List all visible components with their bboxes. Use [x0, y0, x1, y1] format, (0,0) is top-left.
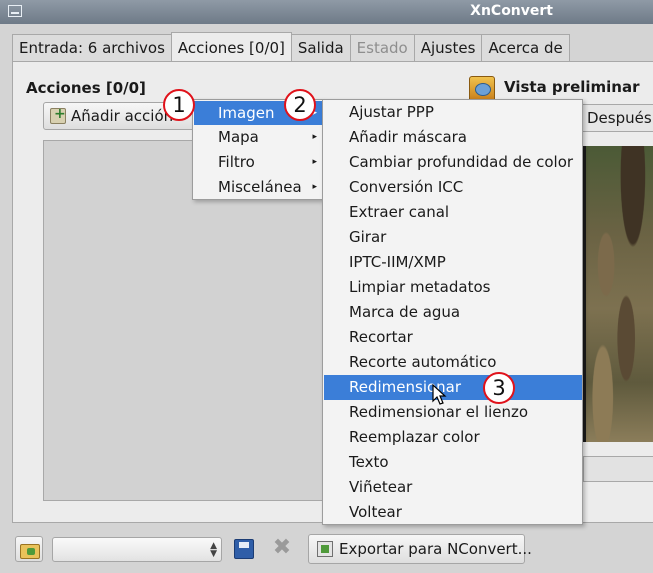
preview-toolbar: [583, 456, 653, 482]
submenu-item[interactable]: Conversión ICC: [324, 175, 582, 200]
spin-arrows-icon: ▲ ▼: [210, 541, 217, 559]
add-action-label: Añadir acción: [71, 107, 174, 125]
add-action-icon: [50, 106, 66, 124]
tab-bar: Entrada: 6 archivos Acciones [0/0] Salid…: [12, 32, 570, 62]
submenu-item[interactable]: Limpiar metadatos: [324, 275, 582, 300]
save-icon[interactable]: [234, 539, 254, 559]
submenu-item[interactable]: Redimensionar el lienzo: [324, 400, 582, 425]
submenu-item[interactable]: Añadir máscara: [324, 125, 582, 150]
step-badge-1: 1: [163, 89, 195, 121]
submenu-item[interactable]: Girar: [324, 225, 582, 250]
submenu-arrow-icon: ▸: [312, 157, 317, 167]
preview-title: Vista preliminar: [504, 78, 640, 96]
open-folder-button[interactable]: [15, 536, 43, 562]
tab-estado[interactable]: Estado: [349, 34, 415, 62]
submenu-item[interactable]: Recorte automático: [324, 350, 582, 375]
menu-item-label: Mapa: [218, 128, 259, 146]
delete-icon[interactable]: ✖: [270, 536, 294, 560]
image-submenu: Ajustar PPP Añadir máscara Cambiar profu…: [322, 99, 583, 525]
actions-title: Acciones [0/0]: [26, 79, 146, 97]
submenu-arrow-icon: ▸: [312, 182, 317, 192]
submenu-arrow-icon: ▸: [312, 132, 317, 142]
menu-item-filtro[interactable]: Filtro ▸: [194, 150, 322, 174]
tab-acciones[interactable]: Acciones [0/0]: [170, 32, 292, 62]
submenu-item[interactable]: IPTC-IIM/XMP: [324, 250, 582, 275]
step-badge-2: 2: [284, 89, 316, 121]
step-badge-3: 3: [483, 372, 515, 404]
submenu-item[interactable]: Viñetear: [324, 475, 582, 500]
submenu-item[interactable]: Cambiar profundidad de color: [324, 150, 582, 175]
menu-item-label: Miscelánea: [218, 178, 302, 196]
submenu-item[interactable]: Extraer canal: [324, 200, 582, 225]
export-nconvert-button[interactable]: Exportar para NConvert...: [308, 534, 532, 564]
tab-ajustes[interactable]: Ajustes: [413, 34, 483, 62]
submenu-item[interactable]: Reemplazar color: [324, 425, 582, 450]
title-bar: XnConvert: [0, 0, 653, 24]
tab-acerca-de[interactable]: Acerca de: [481, 34, 570, 62]
preset-select[interactable]: ▲ ▼: [52, 537, 222, 562]
submenu-item[interactable]: Voltear: [324, 500, 582, 525]
submenu-item-redimensionar[interactable]: Redimensionar: [324, 375, 582, 400]
export-label: Exportar para NConvert...: [339, 540, 532, 558]
preview-image: [583, 146, 653, 442]
menu-item-label: Imagen: [218, 104, 275, 122]
menu-item-mapa[interactable]: Mapa ▸: [194, 125, 322, 149]
menu-item-label: Filtro: [218, 153, 255, 171]
window-title: XnConvert: [470, 3, 553, 19]
submenu-item[interactable]: Marca de agua: [324, 300, 582, 325]
submenu-item[interactable]: Ajustar PPP: [324, 100, 582, 125]
export-icon: [317, 541, 333, 557]
menu-item-miscelanea[interactable]: Miscelánea ▸: [194, 175, 322, 199]
tab-salida[interactable]: Salida: [290, 34, 351, 62]
submenu-item[interactable]: Recortar: [324, 325, 582, 350]
tab-after[interactable]: Después: [582, 104, 653, 132]
submenu-item[interactable]: Texto: [324, 450, 582, 475]
tab-entrada[interactable]: Entrada: 6 archivos: [12, 34, 172, 62]
